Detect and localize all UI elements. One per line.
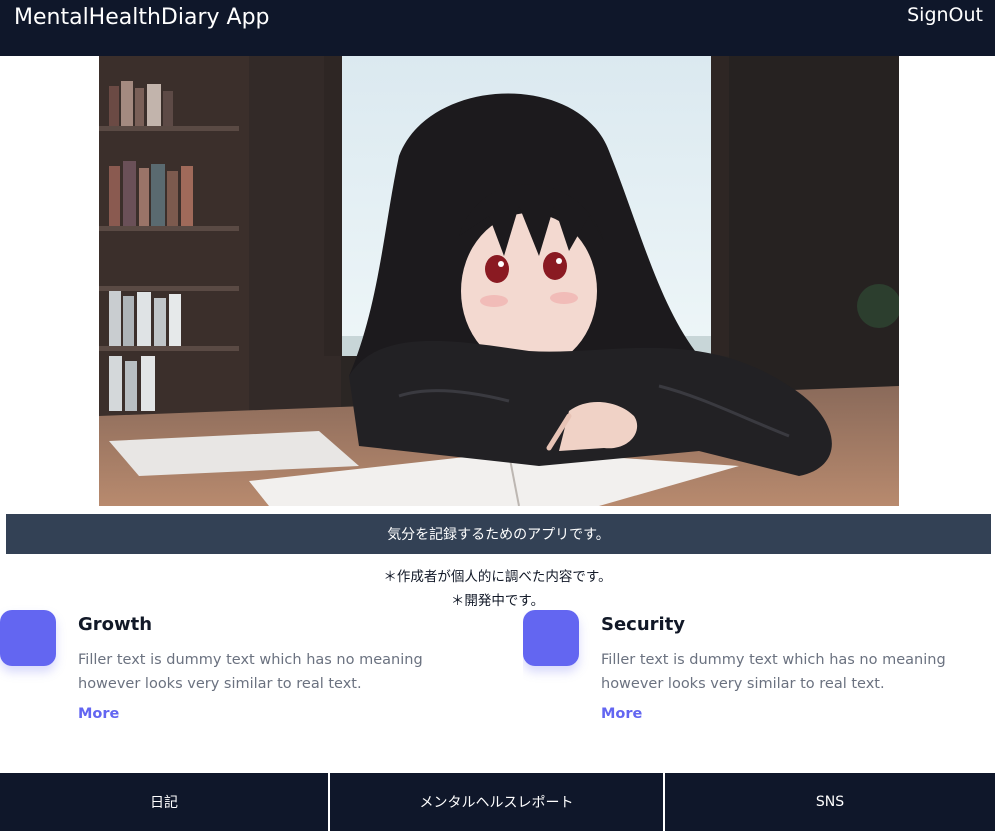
nav-sns-button[interactable]: SNS xyxy=(665,773,995,831)
app-header: MentalHealthDiary App SignOut xyxy=(0,0,995,56)
bottom-nav: 日記 メンタルヘルスレポート SNS xyxy=(0,773,995,831)
app-description-banner: 気分を記録するためのアプリです。 xyxy=(6,514,991,554)
app-title: MentalHealthDiary App xyxy=(14,5,270,30)
feature-icon xyxy=(0,610,56,666)
feature-card-growth: Growth Filler text is dummy text which h… xyxy=(0,610,475,730)
more-link[interactable]: More xyxy=(601,706,642,722)
nav-diary-button[interactable]: 日記 xyxy=(0,773,330,831)
hero-image xyxy=(99,56,899,506)
feature-title: Growth xyxy=(78,614,153,635)
signout-button[interactable]: SignOut xyxy=(907,4,983,26)
feature-card-security: Security Filler text is dummy text which… xyxy=(523,610,995,730)
note-text: ＊開発中です。 xyxy=(450,593,545,609)
note-text: ＊作成者が個人的に調べた内容です。 xyxy=(383,569,612,585)
feature-icon xyxy=(523,610,579,666)
more-link[interactable]: More xyxy=(78,706,119,722)
feature-description: Filler text is dummy text which has no m… xyxy=(78,652,423,692)
nav-mental-health-report-button[interactable]: メンタルヘルスレポート xyxy=(330,773,665,831)
feature-description: Filler text is dummy text which has no m… xyxy=(601,652,946,692)
feature-title: Security xyxy=(601,614,686,635)
hero-illustration-icon xyxy=(99,56,899,506)
